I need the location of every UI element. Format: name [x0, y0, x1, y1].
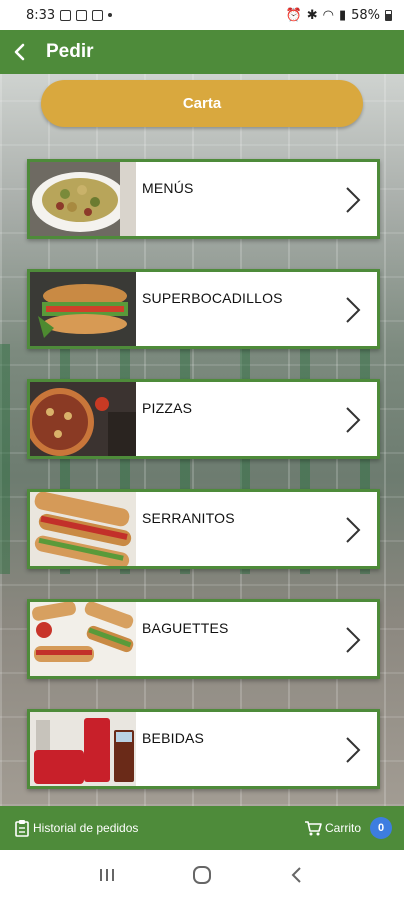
category-label: BAGUETTES	[142, 620, 229, 636]
back-button[interactable]	[0, 30, 40, 74]
status-bar: 8:33 ⏰ ✱ ◠ ▮ 58%	[0, 0, 404, 30]
gallery-icon	[76, 9, 88, 21]
pizza-photo	[30, 382, 136, 456]
category-card-menus[interactable]: MENÚS	[27, 159, 380, 239]
cart-label: Carrito	[324, 821, 361, 835]
system-navigation-bar	[0, 850, 404, 900]
chevron-right-icon	[346, 297, 361, 323]
category-body: SERRANITOS	[136, 492, 377, 566]
recent-apps-icon	[100, 869, 115, 881]
alarm-icon: ⏰	[285, 7, 302, 23]
home-button[interactable]	[187, 860, 217, 890]
recent-apps-button[interactable]	[92, 860, 122, 890]
notification-icon	[60, 9, 72, 21]
wifi-icon: ◠	[322, 7, 334, 23]
chevron-right-icon	[346, 517, 361, 543]
clipboard-icon	[15, 820, 29, 837]
carta-button[interactable]: Carta	[41, 80, 363, 127]
category-card-baguettes[interactable]: BAGUETTES	[27, 599, 380, 679]
battery-icon	[385, 9, 392, 21]
category-card-bebidas[interactable]: BEBIDAS	[27, 709, 380, 789]
page-title: Pedir	[46, 41, 94, 62]
category-card-serranitos[interactable]: SERRANITOS	[27, 489, 380, 569]
category-body: BAGUETTES	[136, 602, 377, 676]
category-body: SUPERBOCADILLOS	[136, 272, 377, 346]
more-notifications-icon	[108, 13, 113, 17]
battery-percent: 58%	[351, 7, 380, 23]
category-body: BEBIDAS	[136, 712, 377, 786]
category-label: PIZZAS	[142, 400, 193, 416]
category-card-superbocadillos[interactable]: SUPERBOCADILLOS	[27, 269, 380, 349]
cart-count-badge: 0	[370, 817, 392, 839]
category-label: SERRANITOS	[142, 510, 235, 526]
category-body: MENÚS	[136, 162, 377, 236]
system-back-button[interactable]	[282, 860, 312, 890]
chevron-right-icon	[346, 627, 361, 653]
pasta-salad-photo	[30, 162, 136, 236]
mail-icon	[92, 9, 104, 21]
soft-drinks-photo	[30, 712, 136, 786]
system-back-icon	[291, 867, 301, 883]
signal-icon: ▮	[338, 7, 347, 23]
sandwich-photo	[30, 272, 136, 346]
bluetooth-icon: ✱	[306, 7, 318, 23]
order-history-button[interactable]: Historial de pedidos	[14, 819, 138, 837]
status-left: 8:33	[26, 7, 113, 23]
category-label: BEBIDAS	[142, 730, 205, 746]
chevron-right-icon	[346, 737, 361, 763]
category-label: MENÚS	[142, 180, 194, 196]
chevron-right-icon	[346, 187, 361, 213]
back-arrow-icon	[14, 43, 25, 61]
baguettes-photo	[30, 602, 136, 676]
app-bar: Pedir	[0, 30, 404, 74]
category-card-pizzas[interactable]: PIZZAS	[27, 379, 380, 459]
status-right: ⏰ ✱ ◠ ▮ 58%	[285, 7, 392, 23]
home-icon	[192, 866, 211, 884]
status-time: 8:33	[26, 7, 56, 23]
category-body: PIZZAS	[136, 382, 377, 456]
serranito-photo	[30, 492, 136, 566]
cart-button[interactable]: Carrito 0	[304, 817, 392, 839]
cart-icon	[304, 821, 322, 836]
chevron-right-icon	[346, 407, 361, 433]
order-history-label: Historial de pedidos	[33, 821, 139, 835]
category-label: SUPERBOCADILLOS	[142, 290, 283, 306]
bottom-bar: Historial de pedidos Carrito 0	[0, 806, 404, 850]
